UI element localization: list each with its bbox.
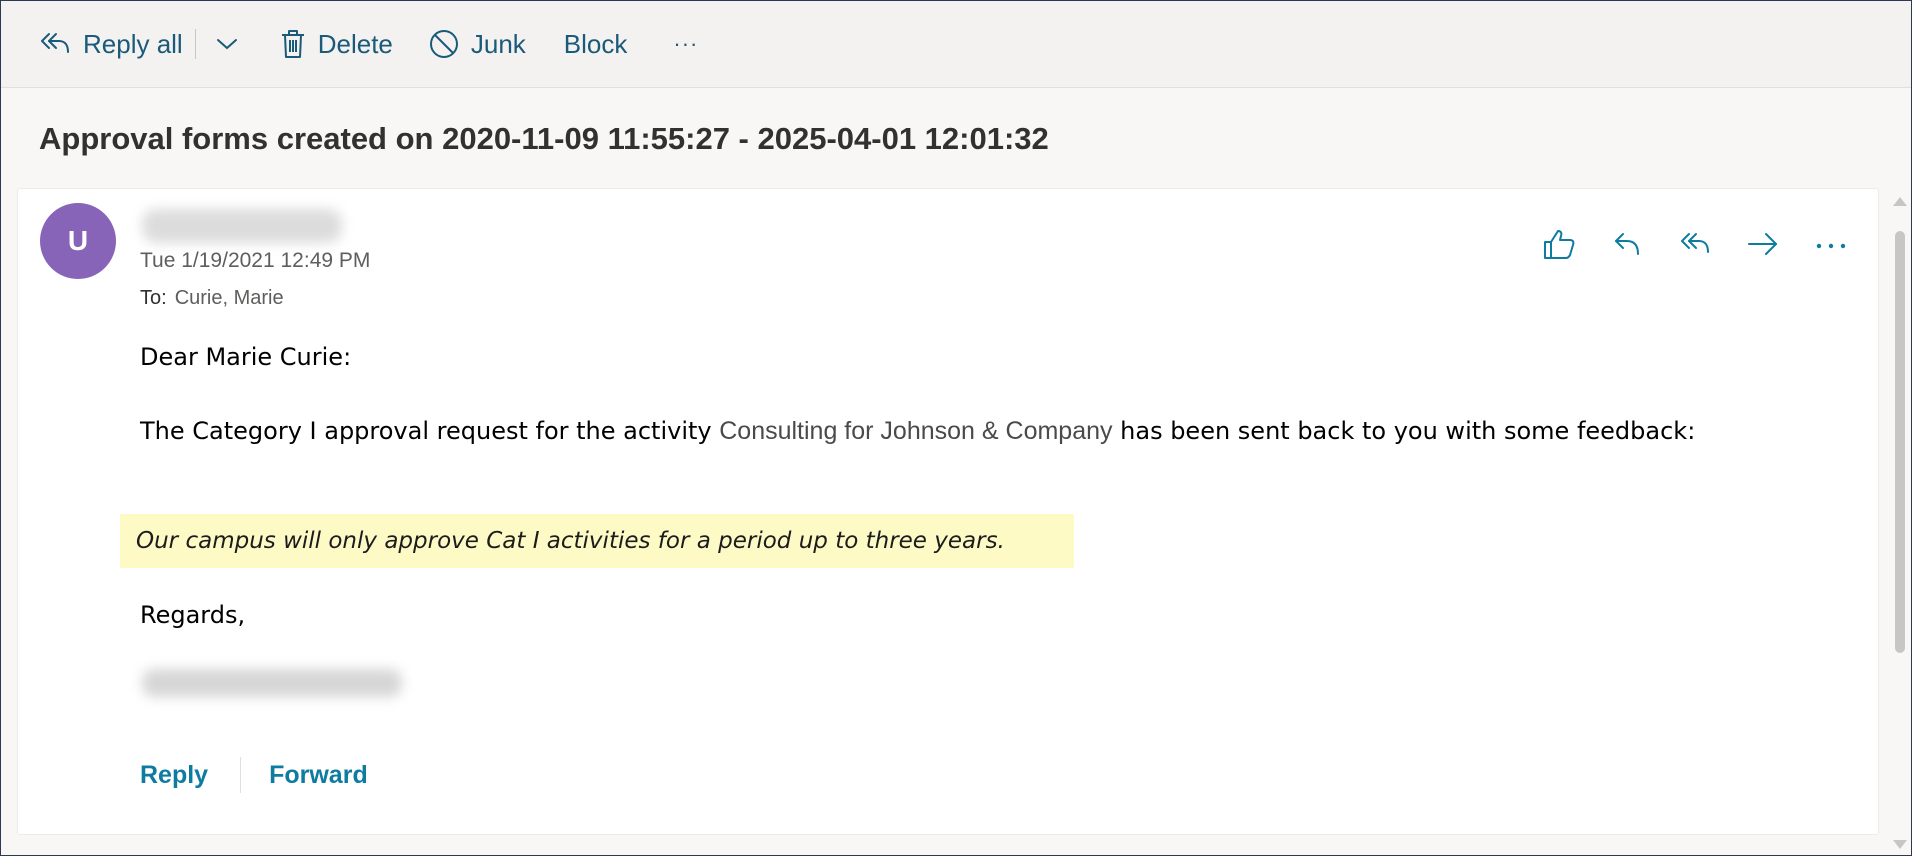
reply-options-dropdown[interactable] xyxy=(208,14,246,74)
more-icon: ··· xyxy=(673,31,699,56)
delete-button[interactable]: Delete xyxy=(280,14,393,74)
feedback-highlight: Our campus will only approve Cat I activ… xyxy=(120,514,1074,568)
feedback-text: Our campus will only approve Cat I activ… xyxy=(136,528,1005,554)
footer-divider xyxy=(240,757,242,793)
email-closing: Regards, xyxy=(140,601,246,629)
more-actions-button[interactable]: ··· xyxy=(673,14,698,74)
message-datetime: Tue 1/19/2021 12:49 PM xyxy=(140,249,371,272)
mail-reading-window: Reply all Delete Junk Block ··· Approval… xyxy=(0,0,1912,856)
reply-button-icon[interactable] xyxy=(1608,227,1646,265)
reply-all-button-icon[interactable] xyxy=(1676,227,1714,265)
sender-name-redacted xyxy=(142,209,342,243)
reply-all-icon xyxy=(1679,230,1711,263)
trash-icon xyxy=(280,29,306,59)
avatar[interactable]: U xyxy=(40,203,116,279)
recipient-name[interactable]: Curie, Marie xyxy=(175,287,284,309)
recipient-row: To: Curie, Marie xyxy=(140,287,284,310)
like-icon xyxy=(1542,228,1576,265)
message-footer-actions: Reply Forward xyxy=(140,757,368,793)
more-options-button[interactable] xyxy=(1812,227,1850,265)
forward-link[interactable]: Forward xyxy=(269,761,368,790)
more-icon xyxy=(1816,237,1846,255)
message-actions xyxy=(1540,227,1850,265)
reply-all-button[interactable]: Reply all xyxy=(39,14,183,74)
reply-all-icon xyxy=(39,30,71,58)
email-greeting: Dear Marie Curie: xyxy=(140,343,352,371)
toolbar: Reply all Delete Junk Block ··· xyxy=(1,1,1911,88)
activity-name: Consulting for Johnson & Company xyxy=(719,417,1113,445)
email-subject: Approval forms created on 2020-11-09 11:… xyxy=(39,121,1049,156)
body-prefix: The Category I approval request for the … xyxy=(140,417,720,445)
delete-label: Delete xyxy=(317,28,393,59)
junk-label: Junk xyxy=(470,28,526,59)
reply-link[interactable]: Reply xyxy=(140,761,208,790)
block-label: Block xyxy=(563,28,628,59)
signature-redacted xyxy=(142,669,402,697)
email-body-line: The Category I approval request for the … xyxy=(140,417,1695,446)
reply-icon xyxy=(1613,230,1641,263)
vertical-scrollbar[interactable] xyxy=(1893,197,1907,849)
reply-all-label: Reply all xyxy=(83,28,183,59)
scroll-down-arrow-icon[interactable] xyxy=(1893,840,1907,849)
like-button[interactable] xyxy=(1540,227,1578,265)
chevron-down-icon xyxy=(216,37,238,51)
to-label: To: xyxy=(140,287,167,309)
block-circle-icon xyxy=(429,29,459,59)
message-card: U Tue 1/19/2021 12:49 PM To: Curie, Marie xyxy=(17,188,1879,835)
forward-icon xyxy=(1747,231,1779,262)
body-suffix: has been sent back to you with some feed… xyxy=(1112,417,1696,445)
junk-button[interactable]: Junk xyxy=(429,14,526,74)
scroll-thumb[interactable] xyxy=(1895,231,1905,653)
toolbar-divider xyxy=(194,29,196,59)
block-button[interactable]: Block xyxy=(564,14,628,74)
forward-button-icon[interactable] xyxy=(1744,227,1782,265)
scroll-up-arrow-icon[interactable] xyxy=(1893,197,1907,206)
